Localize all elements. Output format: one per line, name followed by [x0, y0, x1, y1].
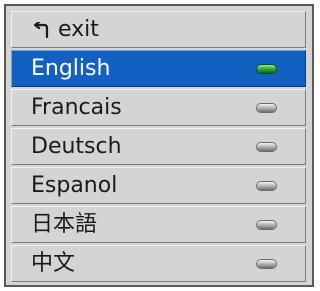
language-label: Espanol	[31, 172, 118, 198]
language-label: 日本語	[31, 211, 98, 237]
unselected-indicator-icon	[257, 259, 276, 268]
language-label: Francais	[31, 94, 122, 120]
unselected-indicator-icon	[257, 181, 276, 190]
language-item-chinese[interactable]: 中文	[11, 245, 306, 282]
language-item-espanol[interactable]: Espanol	[11, 167, 306, 204]
exit-item[interactable]: exit	[11, 11, 306, 48]
language-item-japanese[interactable]: 日本語	[11, 206, 306, 243]
language-label: English	[31, 55, 111, 81]
language-menu: exit English Francais Deutsch Espanol 日本…	[4, 4, 314, 287]
exit-label: exit	[58, 16, 99, 42]
exit-item-label-wrap: exit	[32, 16, 99, 42]
unselected-indicator-icon	[257, 142, 276, 151]
return-arrow-icon	[33, 21, 49, 38]
language-item-deutsch[interactable]: Deutsch	[11, 128, 306, 165]
unselected-indicator-icon	[257, 103, 276, 112]
language-label: 中文	[31, 250, 76, 276]
selected-indicator-icon	[257, 64, 276, 73]
language-item-francais[interactable]: Francais	[11, 89, 306, 126]
language-label: Deutsch	[31, 133, 122, 159]
unselected-indicator-icon	[257, 220, 276, 229]
language-item-english[interactable]: English	[11, 50, 306, 87]
